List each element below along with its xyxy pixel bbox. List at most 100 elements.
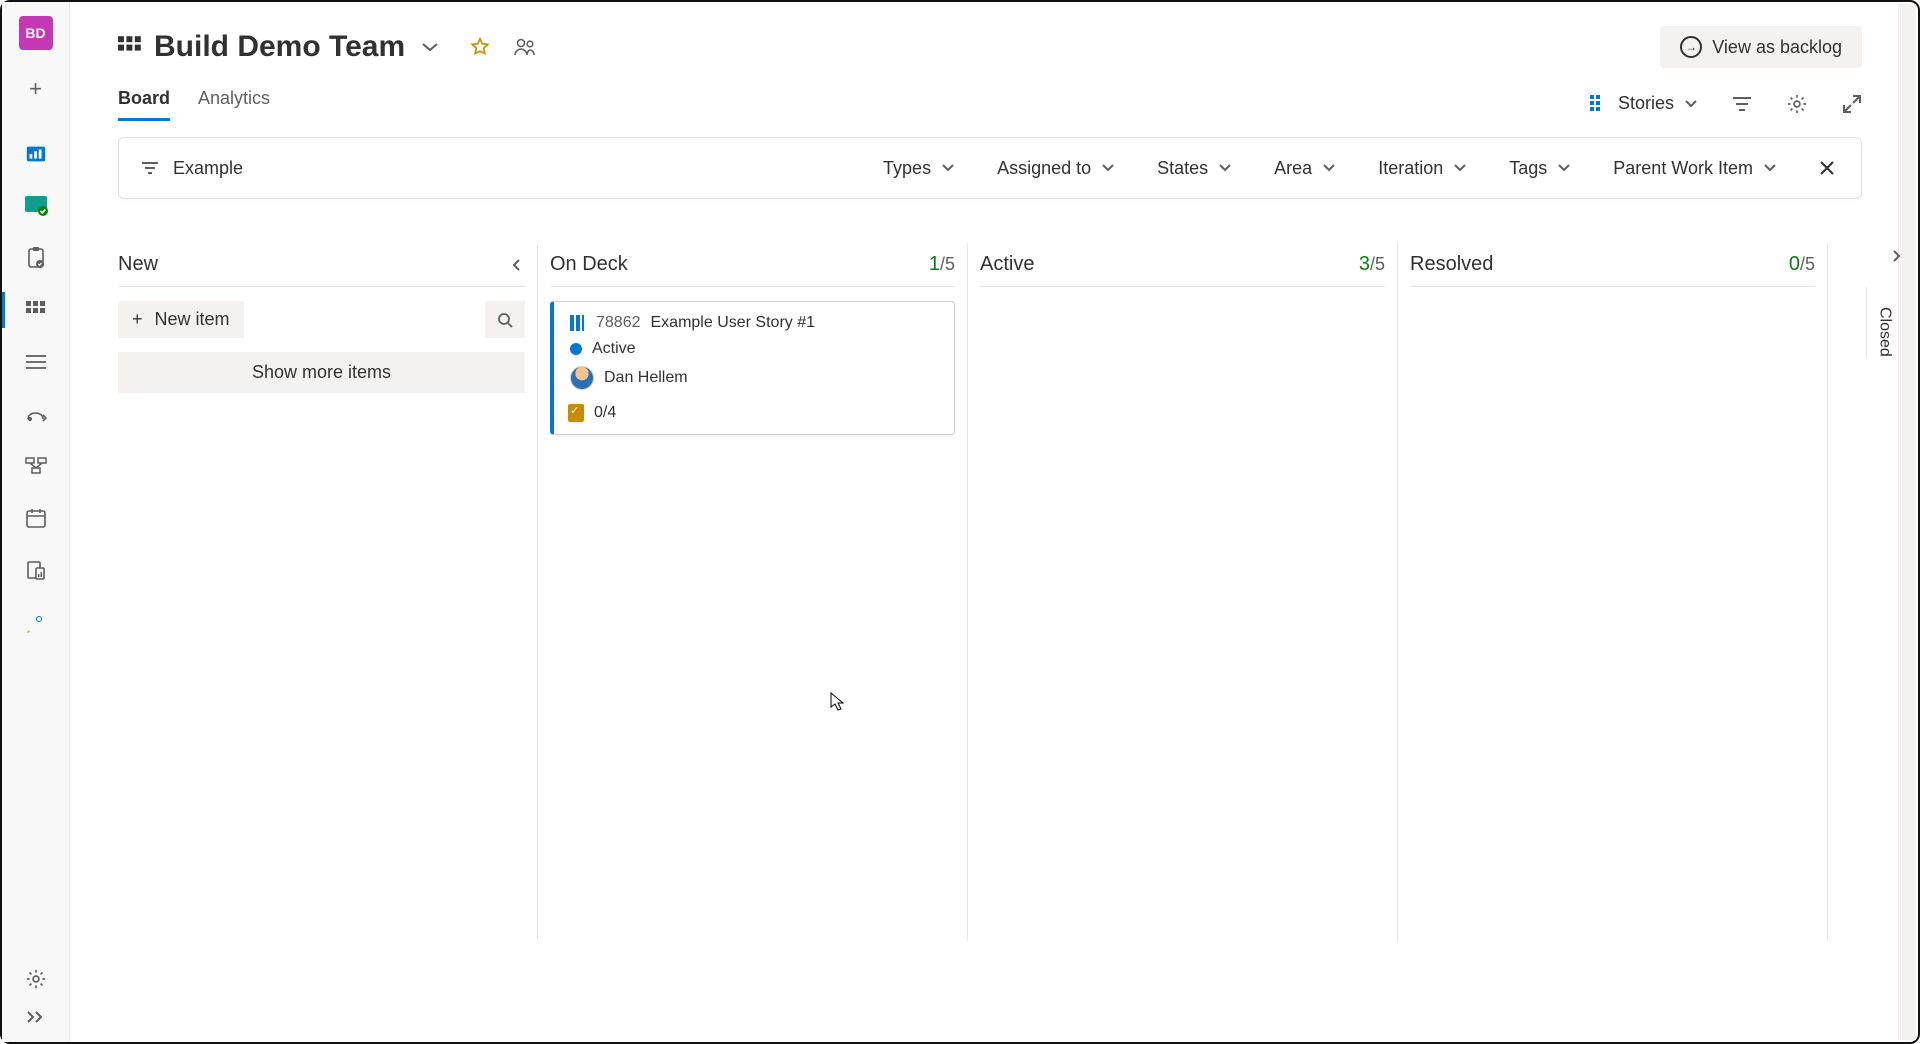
scroll-columns-right-button[interactable]	[1892, 249, 1902, 263]
work-item-state: Active	[592, 340, 636, 358]
nav-pipelines[interactable]	[2, 596, 70, 648]
wip-counter: 3/5	[1359, 253, 1385, 276]
filter-area-dropdown[interactable]: Area	[1270, 152, 1340, 185]
chevron-double-right-icon	[26, 1010, 46, 1024]
filter-tags-dropdown[interactable]: Tags	[1505, 152, 1575, 185]
filter-area-label: Area	[1274, 158, 1312, 179]
column-active: Active 3/5	[968, 243, 1398, 941]
column-title: On Deck	[550, 253, 628, 276]
work-item-card[interactable]: 78862 Example User Story #1 Active Dan H…	[550, 301, 955, 435]
expand-rail-button[interactable]	[26, 1010, 46, 1024]
show-more-items-button[interactable]: Show more items	[118, 352, 525, 393]
board-check-icon	[24, 194, 48, 218]
star-icon	[469, 36, 491, 58]
filter-assignedto-dropdown[interactable]: Assigned to	[993, 152, 1119, 185]
dashboard-icon	[24, 142, 48, 166]
view-as-backlog-label: View as backlog	[1712, 37, 1842, 58]
page-title: Build Demo Team	[154, 30, 405, 64]
state-indicator-icon	[570, 343, 582, 355]
close-icon	[1819, 160, 1835, 176]
tab-board[interactable]: Board	[118, 88, 170, 119]
nav-work-items[interactable]	[2, 232, 70, 284]
filter-bar: Example Types Assigned to States Area It…	[118, 137, 1862, 199]
stories-icon	[1590, 95, 1608, 113]
team-members-button[interactable]	[513, 37, 537, 57]
column-resolved: Resolved 0/5	[1398, 243, 1828, 941]
rocket-icon	[24, 610, 48, 634]
fullscreen-button[interactable]	[1842, 94, 1862, 114]
nav-analytics[interactable]	[2, 544, 70, 596]
new-item-label: New item	[155, 309, 230, 330]
user-story-icon	[568, 314, 586, 332]
kanban-board: New + New item Show more items	[118, 243, 1862, 941]
mouse-cursor-icon	[830, 692, 846, 712]
filter-toggle-button[interactable]	[1732, 96, 1752, 112]
column-new: New + New item Show more items	[118, 243, 538, 941]
left-navigation-rail: BD +	[2, 2, 70, 1042]
collapse-column-button[interactable]	[507, 254, 525, 276]
nav-boards-top[interactable]	[2, 180, 70, 232]
chevron-left-icon	[511, 258, 521, 272]
filter-assignedto-label: Assigned to	[997, 158, 1091, 179]
assignee-avatar	[570, 366, 594, 390]
filter-iteration-label: Iteration	[1378, 158, 1443, 179]
column-title: New	[118, 253, 158, 276]
column-title: Resolved	[1410, 253, 1493, 276]
tab-analytics[interactable]: Analytics	[198, 88, 270, 119]
arrow-circle-icon: →	[1680, 36, 1702, 58]
column-closed-collapsed[interactable]: Closed	[1866, 287, 1902, 357]
chevron-right-icon	[1892, 249, 1902, 263]
backlog-level-label: Stories	[1618, 93, 1674, 114]
team-board-icon	[118, 36, 142, 58]
view-as-backlog-button[interactable]: → View as backlog	[1660, 26, 1862, 68]
nav-backlogs[interactable]	[2, 336, 70, 388]
calendar-icon	[24, 506, 48, 530]
filter-types-label: Types	[883, 158, 931, 179]
plus-icon: +	[132, 309, 143, 330]
people-icon	[513, 37, 537, 57]
chevron-down-icon	[941, 163, 955, 173]
nav-sprints[interactable]	[2, 388, 70, 440]
kanban-icon	[24, 298, 48, 322]
wip-counter: 0/5	[1789, 253, 1815, 276]
sprint-icon	[24, 402, 48, 426]
board-settings-button[interactable]	[1786, 93, 1808, 115]
chevron-down-icon	[1322, 163, 1336, 173]
new-item-button[interactable]: + New item	[118, 301, 244, 338]
tabs-row: Board Analytics Stories	[118, 88, 1862, 119]
backlog-level-picker[interactable]: Stories	[1590, 93, 1698, 114]
gear-icon	[1786, 93, 1808, 115]
gear-icon	[25, 968, 47, 990]
nav-delivery-plans[interactable]	[2, 492, 70, 544]
filter-tags-label: Tags	[1509, 158, 1547, 179]
chevron-down-icon	[1218, 163, 1232, 173]
project-avatar[interactable]: BD	[19, 16, 53, 50]
filter-types-dropdown[interactable]: Types	[879, 152, 959, 185]
filter-parent-dropdown[interactable]: Parent Work Item	[1609, 152, 1781, 185]
page-header: Build Demo Team → View as backlog	[118, 26, 1862, 68]
filter-states-label: States	[1157, 158, 1208, 179]
filter-iteration-dropdown[interactable]: Iteration	[1374, 152, 1471, 185]
nav-boards[interactable]	[2, 284, 70, 336]
team-picker-dropdown[interactable]	[417, 37, 443, 57]
filter-icon	[1732, 96, 1752, 112]
list-icon	[24, 350, 48, 374]
task-checklist-icon	[568, 404, 584, 422]
filter-parent-label: Parent Work Item	[1613, 158, 1753, 179]
filter-states-dropdown[interactable]: States	[1153, 152, 1236, 185]
nav-overview[interactable]	[2, 128, 70, 180]
expand-icon	[1842, 94, 1862, 114]
filter-keyword-input[interactable]: Example	[173, 158, 243, 179]
new-work-item-button[interactable]: +	[19, 72, 53, 106]
chevron-down-icon	[1101, 163, 1115, 173]
search-cards-button[interactable]	[485, 301, 525, 338]
work-item-title: Example User Story #1	[651, 314, 816, 332]
clear-filter-button[interactable]	[1815, 156, 1839, 180]
filter-icon	[141, 161, 159, 175]
chevron-down-icon	[1684, 99, 1698, 109]
favorite-button[interactable]	[469, 36, 491, 58]
nav-queries[interactable]	[2, 440, 70, 492]
project-settings-button[interactable]	[25, 968, 47, 990]
chevron-down-icon	[1557, 163, 1571, 173]
column-title: Active	[980, 253, 1034, 276]
